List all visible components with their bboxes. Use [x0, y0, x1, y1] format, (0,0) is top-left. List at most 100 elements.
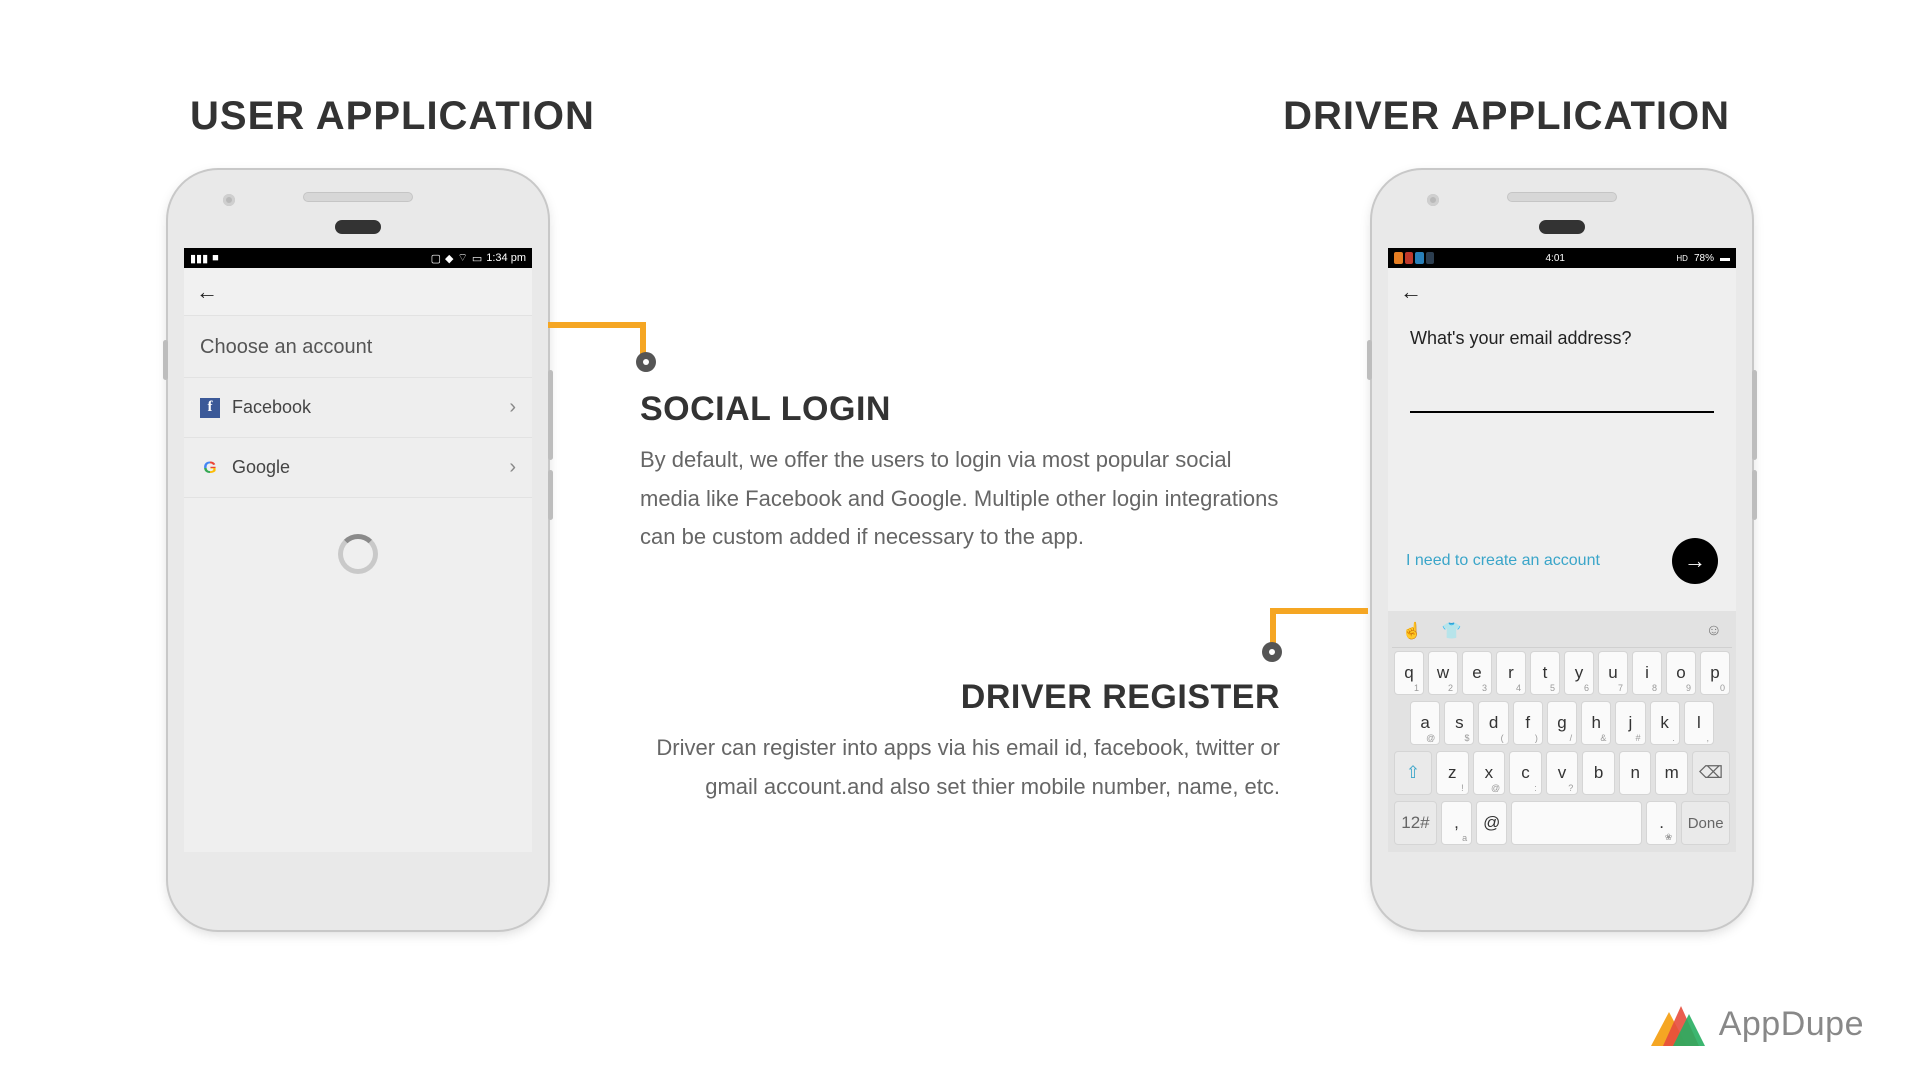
- key-sublabel: :: [1534, 783, 1537, 793]
- callout-anchor-icon: [636, 352, 656, 372]
- key-a[interactable]: a@: [1410, 701, 1440, 745]
- shift-key[interactable]: ⇧: [1394, 751, 1432, 795]
- key-d[interactable]: d(: [1478, 701, 1508, 745]
- key-sublabel: ,: [1706, 733, 1709, 743]
- key-s[interactable]: s$: [1444, 701, 1474, 745]
- key-b[interactable]: b: [1582, 751, 1615, 795]
- phone-side-button: [1752, 470, 1757, 520]
- backspace-icon: ⌫: [1699, 763, 1723, 783]
- key-v[interactable]: v?: [1546, 751, 1579, 795]
- key-sublabel: $: [1464, 733, 1469, 743]
- app-bar: ←: [184, 268, 532, 316]
- period-key[interactable]: .❀: [1646, 801, 1677, 845]
- status-time: 1:34 pm: [486, 252, 526, 264]
- key-sublabel: (: [1501, 733, 1504, 743]
- signal-icon: ▮▮▮: [190, 252, 208, 265]
- key-u[interactable]: u7: [1598, 651, 1628, 695]
- keyboard-row-1: q1w2e3r4t5y6u7i8o9p0: [1392, 648, 1732, 698]
- key-sublabel: ): [1535, 733, 1538, 743]
- key-z[interactable]: z!: [1436, 751, 1469, 795]
- phone-side-button: [1367, 340, 1372, 380]
- mode-switch-key[interactable]: 12#: [1394, 801, 1437, 845]
- keyboard-row-2: a@s$d(f)g/h&j#k.l,: [1392, 698, 1732, 748]
- heading-user-application: USER APPLICATION: [190, 94, 595, 139]
- key-sublabel: 9: [1686, 683, 1691, 693]
- key-label: ,: [1454, 813, 1459, 833]
- key-j[interactable]: j#: [1615, 701, 1645, 745]
- key-f[interactable]: f): [1513, 701, 1543, 745]
- key-sublabel: 3: [1482, 683, 1487, 693]
- tshirt-icon[interactable]: 👕: [1442, 621, 1462, 641]
- driver-phone-screen: 4:01 HD 78% ▬ ← What's your email addres…: [1388, 248, 1736, 852]
- comma-key[interactable]: ,a: [1441, 801, 1472, 845]
- phone-sensor-pill: [1539, 220, 1585, 234]
- google-icon: G: [200, 458, 220, 478]
- arrow-right-icon: →: [1684, 548, 1706, 574]
- brand-logo: AppDupe: [1651, 1002, 1864, 1046]
- status-time: 4:01: [1546, 253, 1565, 264]
- login-option-label: Google: [232, 457, 290, 478]
- callout-body: Driver can register into apps via his em…: [640, 729, 1280, 806]
- driver-phone-frame: 4:01 HD 78% ▬ ← What's your email addres…: [1372, 170, 1752, 930]
- key-i[interactable]: i8: [1632, 651, 1662, 695]
- space-key[interactable]: [1511, 801, 1642, 845]
- volte-icon: HD: [1676, 254, 1688, 263]
- touch-icon[interactable]: ☝: [1402, 621, 1422, 641]
- key-sublabel: !: [1461, 783, 1464, 793]
- login-option-facebook[interactable]: f Facebook ›: [184, 378, 532, 438]
- key-sublabel: 7: [1618, 683, 1623, 693]
- email-input[interactable]: [1410, 385, 1714, 413]
- cast-icon: ▢: [431, 252, 441, 265]
- at-key[interactable]: @: [1476, 801, 1507, 845]
- key-l[interactable]: l,: [1684, 701, 1714, 745]
- callout-connector: [548, 322, 646, 360]
- key-sublabel: 0: [1720, 683, 1725, 693]
- key-w[interactable]: w2: [1428, 651, 1458, 695]
- login-option-google[interactable]: G Google ›: [184, 438, 532, 498]
- key-sublabel: 2: [1448, 683, 1453, 693]
- key-x[interactable]: x@: [1473, 751, 1506, 795]
- phone-side-button: [548, 470, 553, 520]
- done-key[interactable]: Done: [1681, 801, 1730, 845]
- user-phone-frame: ▮▮▮ ■ ▢ ◆ ⌔ ▭ 1:34 pm ← Choose an accoun…: [168, 170, 548, 930]
- key-r[interactable]: r4: [1496, 651, 1526, 695]
- key-k[interactable]: k.: [1650, 701, 1680, 745]
- back-button[interactable]: ←: [1400, 279, 1422, 305]
- callout-driver-register: DRIVER REGISTER Driver can register into…: [640, 678, 1280, 806]
- chevron-right-icon: ›: [509, 396, 516, 419]
- key-n[interactable]: n: [1619, 751, 1652, 795]
- status-chip-icon: [1415, 252, 1424, 264]
- status-bar: ▮▮▮ ■ ▢ ◆ ⌔ ▭ 1:34 pm: [184, 248, 532, 268]
- key-m[interactable]: m: [1655, 751, 1688, 795]
- phone-camera-icon: [223, 194, 235, 206]
- key-sublabel: @: [1426, 733, 1435, 743]
- callout-body: By default, we offer the users to login …: [640, 441, 1280, 557]
- key-t[interactable]: t5: [1530, 651, 1560, 695]
- keyboard-row-4: 12# ,a @ .❀ Done: [1392, 798, 1732, 848]
- create-account-link[interactable]: I need to create an account: [1406, 552, 1600, 570]
- key-sublabel: 4: [1516, 683, 1521, 693]
- callout-connector: [1270, 608, 1368, 650]
- key-sublabel: 8: [1652, 683, 1657, 693]
- key-e[interactable]: e3: [1462, 651, 1492, 695]
- next-button[interactable]: →: [1672, 538, 1718, 584]
- shift-icon: ⇧: [1406, 763, 1420, 783]
- key-o[interactable]: o9: [1666, 651, 1696, 695]
- key-q[interactable]: q1: [1394, 651, 1424, 695]
- app-bar: ←: [1388, 268, 1736, 316]
- emoji-icon[interactable]: ☺: [1706, 622, 1722, 640]
- key-p[interactable]: p0: [1700, 651, 1730, 695]
- key-g[interactable]: g/: [1547, 701, 1577, 745]
- chevron-right-icon: ›: [509, 456, 516, 479]
- backspace-key[interactable]: ⌫: [1692, 751, 1730, 795]
- key-y[interactable]: y6: [1564, 651, 1594, 695]
- callout-anchor-icon: [1262, 642, 1282, 662]
- key-sublabel: 6: [1584, 683, 1589, 693]
- back-button[interactable]: ←: [196, 279, 218, 305]
- callout-title: SOCIAL LOGIN: [640, 390, 1280, 429]
- key-c[interactable]: c:: [1509, 751, 1542, 795]
- phone-speaker: [1507, 192, 1617, 202]
- location-icon: ◆: [445, 252, 453, 265]
- key-h[interactable]: h&: [1581, 701, 1611, 745]
- callout-title: DRIVER REGISTER: [640, 678, 1280, 717]
